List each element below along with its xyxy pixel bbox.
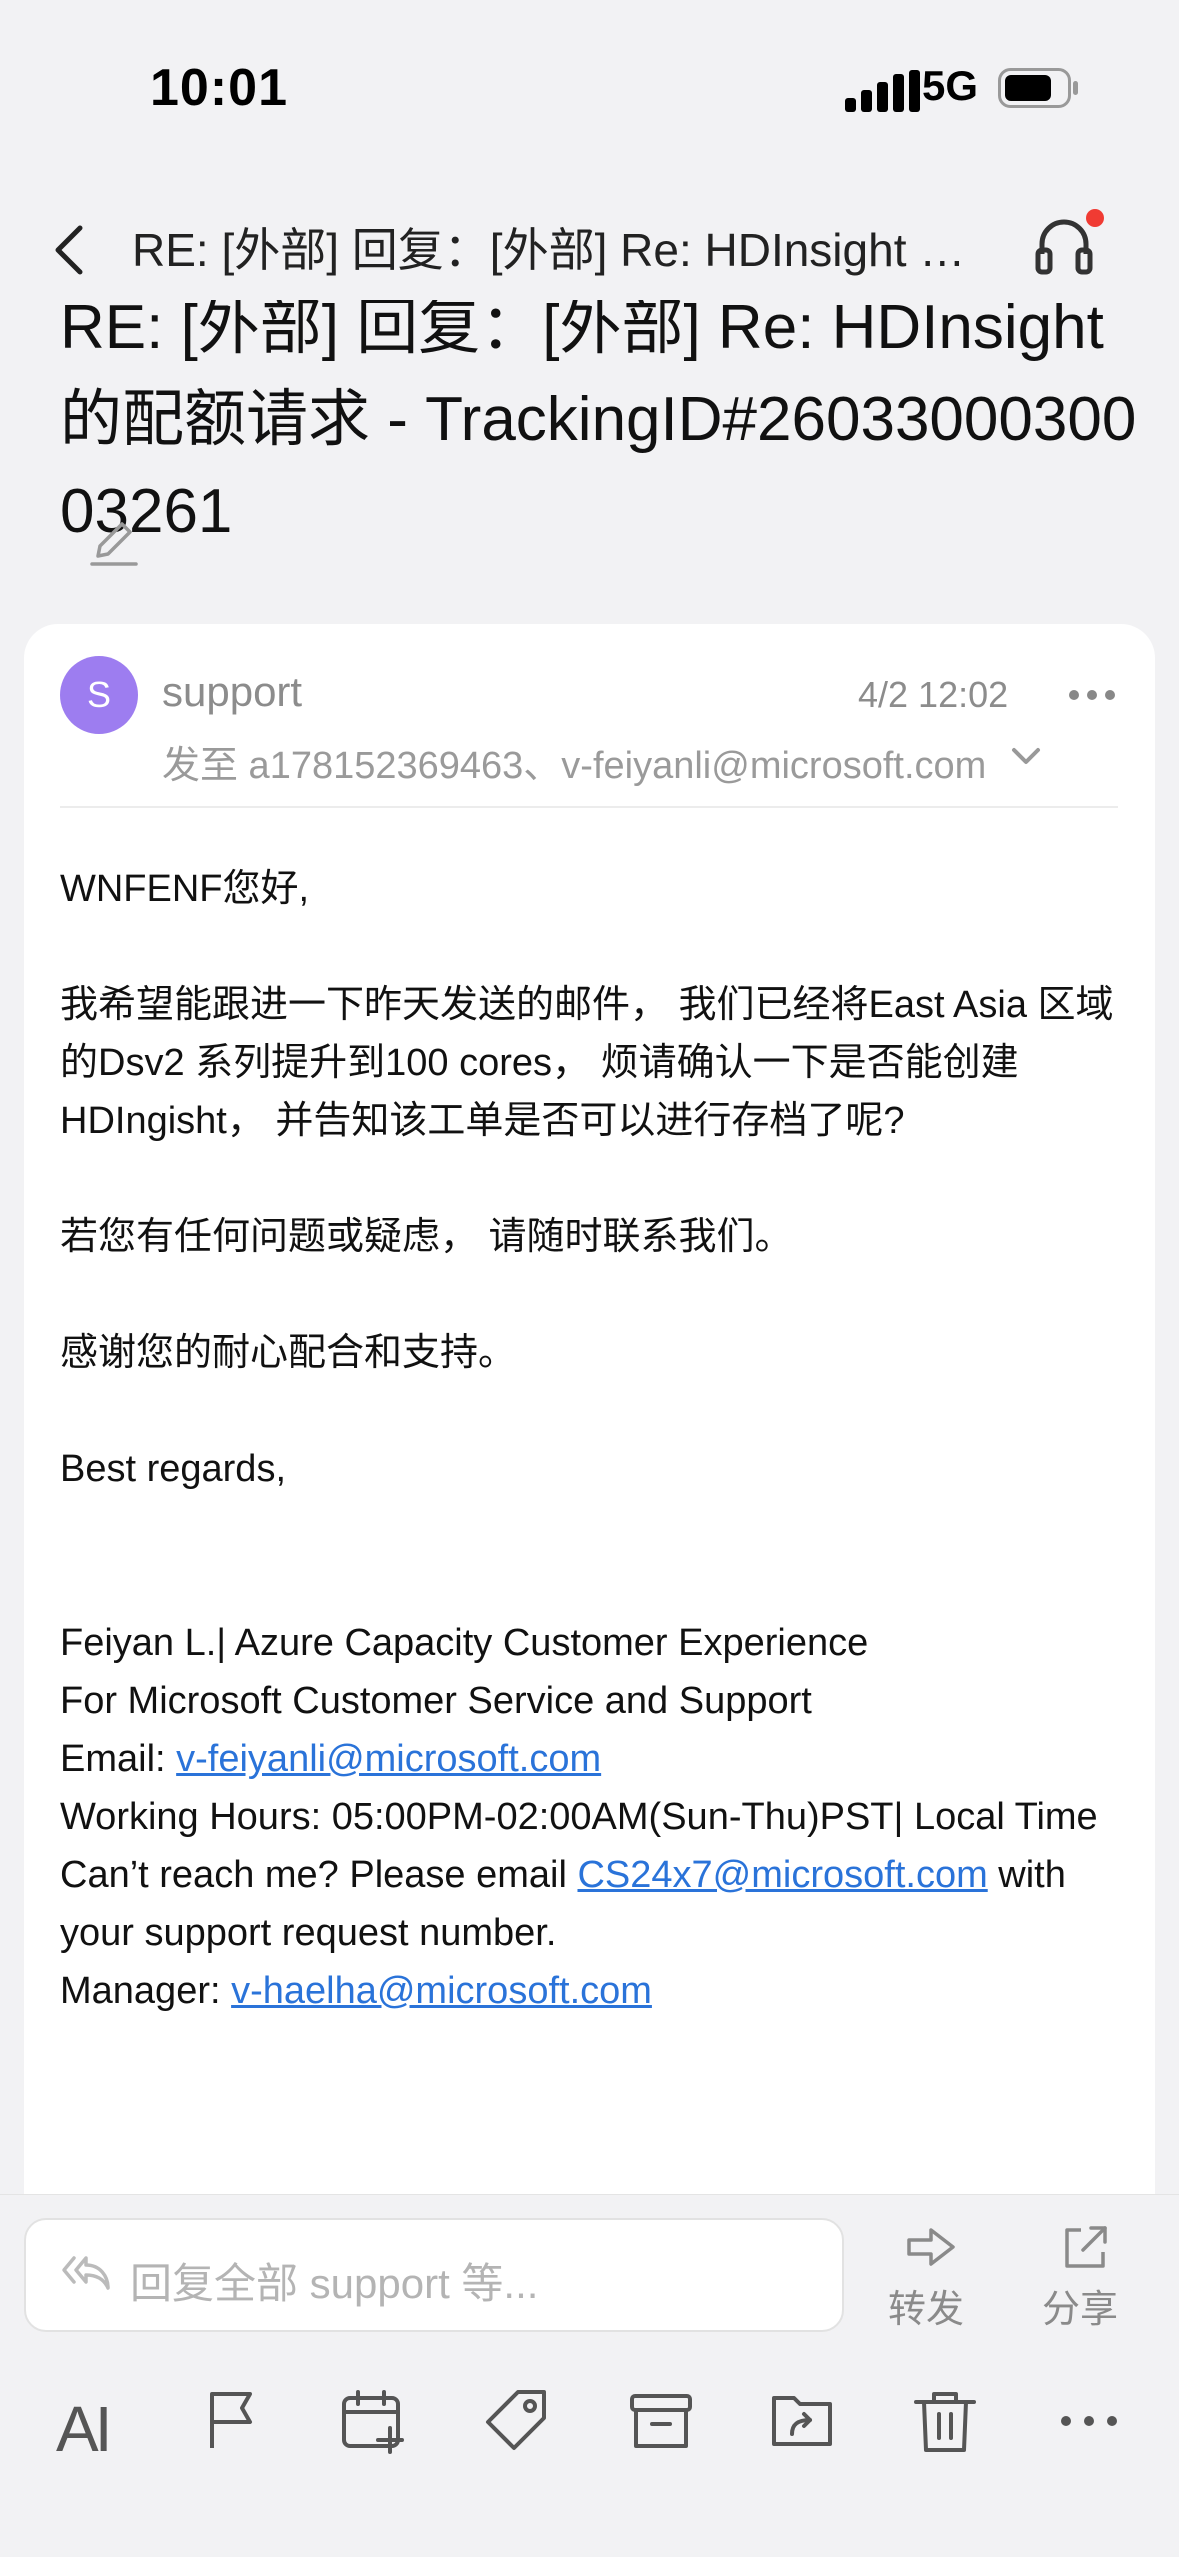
- expand-chevron-icon[interactable]: [1010, 746, 1042, 768]
- signature-reach: Can’t reach me? Please email CS24x7@micr…: [60, 1846, 1126, 1962]
- move-folder-icon[interactable]: [770, 2388, 836, 2454]
- battery-icon: [998, 68, 1078, 108]
- cellular-signal-icon: [845, 70, 920, 112]
- edit-icon[interactable]: [88, 516, 140, 568]
- body-paragraph-2: 若您有任何问题或疑虑， 请随时联系我们。: [60, 1216, 793, 1258]
- more-icon[interactable]: [1068, 688, 1116, 702]
- sender-name[interactable]: support: [162, 668, 302, 716]
- signature-manager: Manager: v-haelha@microsoft.com: [60, 1962, 1126, 2020]
- share-button[interactable]: 分享: [1042, 2224, 1120, 2333]
- avatar[interactable]: S: [60, 656, 138, 734]
- headset-icon[interactable]: [1034, 214, 1094, 276]
- reply-all-icon: [62, 2256, 110, 2290]
- ai-button[interactable]: AI: [56, 2392, 136, 2465]
- cs-email-link[interactable]: CS24x7@microsoft.com: [577, 1854, 987, 1896]
- closing: Best regards,: [60, 1448, 286, 1490]
- flag-icon[interactable]: [200, 2388, 266, 2454]
- recipients-line[interactable]: 发至 a178152369463、v-feiyanli@microsoft.co…: [162, 734, 992, 789]
- trash-icon[interactable]: [912, 2388, 978, 2454]
- email-label: Email:: [60, 1738, 177, 1780]
- body-paragraph-3: 感谢您的耐心配合和支持。: [60, 1332, 517, 1374]
- signature-name: Feiyan L.| Azure Capacity Customer Exper…: [60, 1622, 869, 1664]
- reach-prefix: Can’t reach me? Please email: [60, 1854, 578, 1896]
- share-label: 分享: [1041, 2289, 1118, 2331]
- signature-email: Email: v-feiyanli@microsoft.com: [60, 1730, 1126, 1788]
- forward-label: 转发: [887, 2289, 964, 2331]
- forward-icon: [907, 2228, 955, 2266]
- share-icon: [1065, 2226, 1107, 2268]
- reply-placeholder: 回复全部 support 等...: [130, 2260, 539, 2307]
- greeting: WNFENF您好,: [60, 868, 310, 910]
- manager-label: Manager:: [60, 1970, 232, 2012]
- network-type: 5G: [922, 62, 979, 109]
- status-time: 10:01: [150, 59, 288, 117]
- message-body: WNFENF您好, 我希望能跟进一下昨天发送的邮件， 我们已经将East Asi…: [60, 860, 1126, 2020]
- forward-button[interactable]: 转发: [888, 2224, 966, 2333]
- body-paragraph-1: 我希望能跟进一下昨天发送的邮件， 我们已经将East Asia 区域的Dsv2 …: [60, 984, 1114, 1142]
- calendar-add-icon[interactable]: [340, 2388, 406, 2454]
- tag-icon[interactable]: [484, 2388, 550, 2454]
- more-options-icon[interactable]: [1056, 2388, 1122, 2454]
- manager-email-link[interactable]: v-haelha@microsoft.com: [231, 1970, 652, 2012]
- email-subject: RE: [外部] 回复：[外部] Re: HDInsight 的配额请求 - T…: [60, 300, 1137, 546]
- subject-container: RE: [外部] 回复：[外部] Re: HDInsight 的配额请求 - T…: [0, 300, 1179, 550]
- email-link[interactable]: v-feiyanli@microsoft.com: [176, 1738, 601, 1780]
- nav-title: RE: [外部] 回复：[外部] Re: HDInsight 的配额请求 - T…: [132, 224, 992, 276]
- header-divider: [60, 806, 1118, 808]
- notification-dot: [1086, 209, 1104, 227]
- signature-org: For Microsoft Customer Service and Suppo…: [60, 1680, 812, 1722]
- signature-hours: Working Hours: 05:00PM-02:00AM(Sun-Thu)P…: [60, 1796, 1098, 1838]
- archive-icon[interactable]: [628, 2388, 694, 2454]
- back-chevron-icon[interactable]: [50, 222, 90, 278]
- message-date: 4/2 12:02: [858, 674, 1009, 715]
